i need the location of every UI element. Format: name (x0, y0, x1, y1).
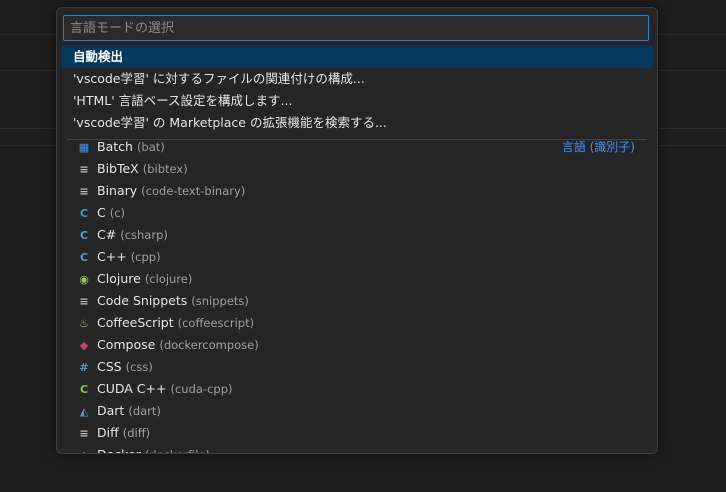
language-identifier: (snippets) (191, 294, 249, 308)
cuda-icon: C (79, 383, 89, 396)
dart-icon: ◭ (79, 405, 89, 418)
language-identifier: (cpp) (130, 250, 161, 264)
language-identifier: (bat) (136, 140, 165, 154)
windows-icon: ▦ (78, 141, 90, 154)
configure-file-association-option[interactable]: 'vscode学習' に対するファイルの関連付けの構成... (61, 68, 653, 90)
language-item[interactable]: ◭ Dart (dart) (61, 400, 653, 422)
language-item[interactable]: # CSS (css) (61, 356, 653, 378)
language-item[interactable]: ≡ Binary (code-text-binary) (61, 180, 653, 202)
language-identifier: (c) (109, 206, 126, 220)
language-identifier: (clojure) (144, 272, 193, 286)
csharp-icon: C (79, 229, 89, 242)
file-lines-icon: ≡ (79, 295, 89, 308)
language-name: Binary (97, 183, 138, 198)
coffee-icon: ♨ (79, 317, 89, 330)
language-identifier: (dockercompose) (159, 338, 259, 352)
file-lines-icon: ≡ (79, 163, 89, 176)
hash-icon: # (79, 361, 89, 374)
group-label: 言語 (識別子) (561, 140, 635, 154)
language-name: C# (97, 227, 117, 242)
language-item[interactable]: C C# (csharp) (61, 224, 653, 246)
language-name: Diff (97, 425, 119, 440)
language-item[interactable]: ♨ CoffeeScript (coffeescript) (61, 312, 653, 334)
cpp-icon: C (79, 251, 89, 264)
language-name: Compose (97, 337, 156, 352)
language-identifier: (cuda-cpp) (170, 382, 233, 396)
language-identifier: (dockerfile) (145, 448, 210, 453)
language-name: BibTeX (97, 161, 139, 176)
docker-icon: ◆ (79, 339, 89, 352)
language-name: C++ (97, 249, 127, 264)
language-name: Code Snippets (97, 293, 188, 308)
search-marketplace-option[interactable]: 'vscode学習' の Marketplace の拡張機能を検索する... (61, 112, 653, 134)
language-identifier: (diff) (122, 426, 151, 440)
language-name: Batch (97, 139, 133, 154)
picker-input-wrapper (63, 15, 649, 41)
file-lines-icon: ≡ (79, 185, 89, 198)
language-identifier: (csharp) (120, 228, 168, 242)
language-identifier: (bibtex) (142, 162, 188, 176)
c-icon: C (79, 207, 89, 220)
language-identifier: (css) (125, 360, 153, 374)
language-item[interactable]: ◉ Clojure (clojure) (61, 268, 653, 290)
language-name: Dart (97, 403, 125, 418)
language-item[interactable]: C CUDA C++ (cuda-cpp) (61, 378, 653, 400)
language-item[interactable]: ◆ Docker (dockerfile) (61, 444, 653, 453)
language-name: CUDA C++ (97, 381, 167, 396)
language-item[interactable]: C C++ (cpp) (61, 246, 653, 268)
language-item[interactable]: ▦ Batch (bat) 言語 (識別子) (61, 136, 653, 158)
picker-actions: 自動検出 'vscode学習' に対するファイルの関連付けの構成... 'HTM… (61, 46, 653, 142)
language-item[interactable]: ◆ Compose (dockercompose) (61, 334, 653, 356)
language-name: Docker (97, 447, 141, 453)
language-item[interactable]: ≡ BibTeX (bibtex) (61, 158, 653, 180)
language-identifier: (coffeescript) (177, 316, 255, 330)
file-lines-icon: ≡ (79, 427, 89, 440)
docker-icon: ◆ (77, 445, 91, 453)
language-item[interactable]: C C (c) (61, 202, 653, 224)
language-name: Clojure (97, 271, 141, 286)
language-identifier: (code-text-binary) (141, 184, 246, 198)
configure-language-settings-option[interactable]: 'HTML' 言語ベース設定を構成します... (61, 90, 653, 112)
language-name: CSS (97, 359, 122, 374)
language-name: CoffeeScript (97, 315, 174, 330)
language-item[interactable]: ≡ Code Snippets (snippets) (61, 290, 653, 312)
language-mode-picker: 自動検出 'vscode学習' に対するファイルの関連付けの構成... 'HTM… (56, 7, 658, 454)
clojure-icon: ◉ (79, 273, 89, 286)
language-name: C (97, 205, 106, 220)
auto-detect-option[interactable]: 自動検出 (61, 46, 653, 68)
language-search-input[interactable] (63, 15, 649, 41)
language-identifier: (dart) (128, 404, 161, 418)
language-list: ▦ Batch (bat) 言語 (識別子) ≡ BibTeX (bibtex) ≡ Binar… (61, 136, 653, 453)
language-item[interactable]: ≡ Diff (diff) (61, 422, 653, 444)
